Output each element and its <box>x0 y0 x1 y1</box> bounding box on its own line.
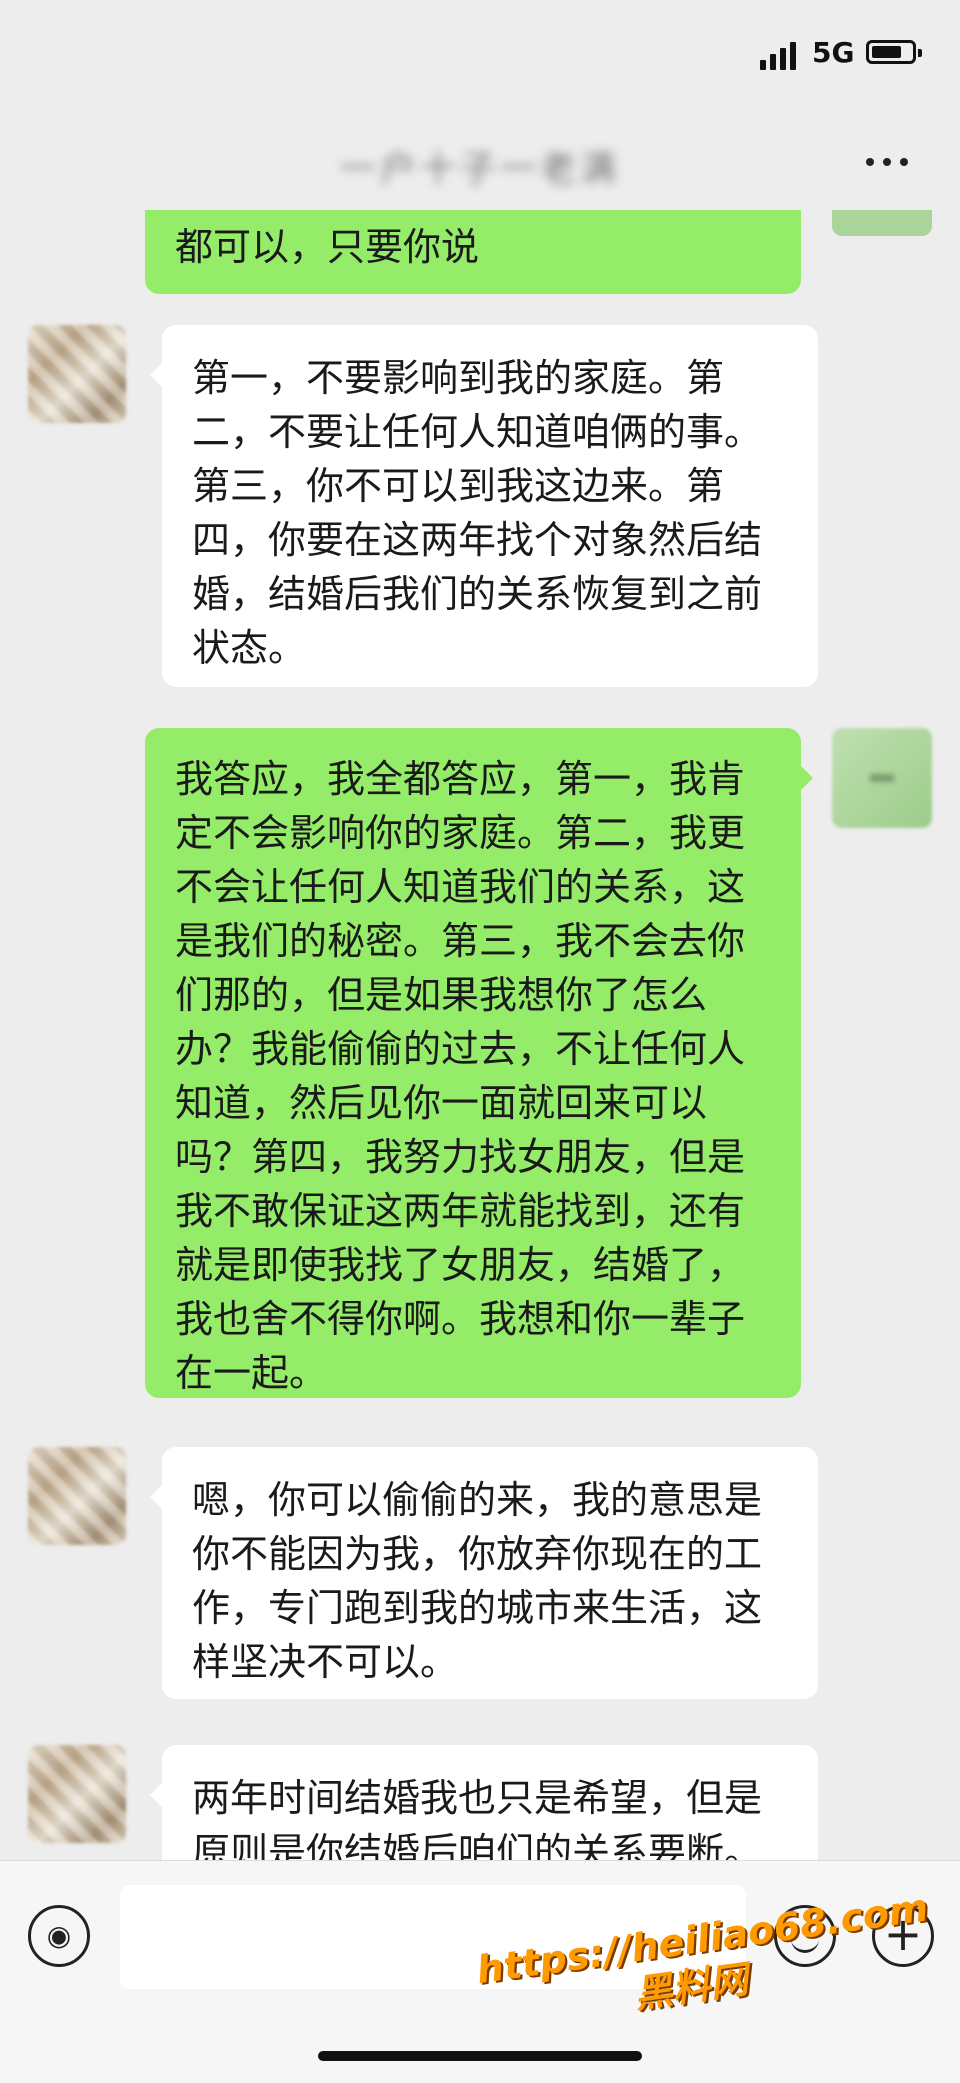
chat-header: 一户十子一老满 <box>0 110 960 210</box>
status-bar: 5G <box>0 0 960 110</box>
avatar[interactable] <box>832 210 932 236</box>
voice-icon[interactable]: ◉ <box>28 1905 90 1967</box>
avatar[interactable] <box>832 728 932 828</box>
chat-title: 一户十子一老满 <box>339 149 620 190</box>
message-bubble[interactable]: 我答应，我全都答应，第一，我肯定不会影响你的家庭。第二，我更不会让任何人知道我们… <box>145 728 813 1398</box>
message-list[interactable]: 都可以，只要你说 第一，不要影响到我的家庭。第二，不要让任何人知道咱俩的事。第三… <box>0 210 960 1860</box>
more-icon[interactable] <box>866 158 908 166</box>
avatar[interactable] <box>28 1745 126 1843</box>
battery-icon <box>866 40 922 64</box>
network-type: 5G <box>812 36 855 69</box>
message-bubble[interactable]: 嗯，你可以偷偷的来，我的意思是你不能因为我，你放弃你现在的工作，专门跑到我的城市… <box>150 1447 818 1699</box>
avatar[interactable] <box>28 1447 126 1545</box>
message-bubble[interactable]: 第一，不要影响到我的家庭。第二，不要让任何人知道咱俩的事。第三，你不可以到我这边… <box>150 325 818 687</box>
message-bubble[interactable]: 两年时间结婚我也只是希望，但是原则是你结婚后咱们的关系要断。 <box>150 1745 818 1860</box>
signal-icon <box>760 42 796 70</box>
avatar[interactable] <box>28 325 126 423</box>
home-indicator <box>318 2051 642 2061</box>
message-bubble[interactable]: 都可以，只要你说 <box>145 210 801 294</box>
